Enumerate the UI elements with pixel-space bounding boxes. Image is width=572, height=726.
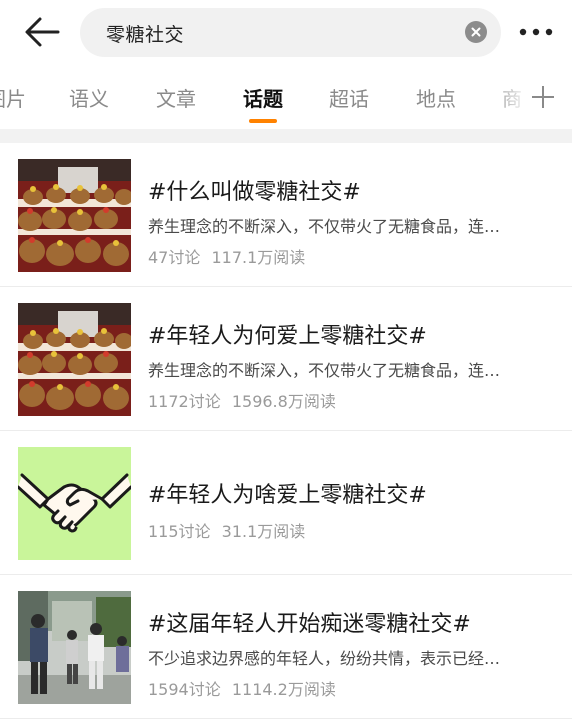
discussion-count: 1594讨论 (148, 680, 221, 699)
capybara-plush-thumbnail (18, 303, 131, 416)
search-results-page: 零糖社交 图片 语义 文章 话题 超话 地点 商 (0, 0, 572, 726)
clear-search-button[interactable] (465, 21, 487, 43)
tab-semantic[interactable]: 语义 (69, 83, 109, 112)
capybara-plush-thumbnail (18, 159, 131, 272)
discussion-count: 1172讨论 (148, 392, 221, 411)
topic-title: #这届年轻人开始痴迷零糖社交# (148, 612, 471, 637)
category-tabs: 图片 语义 文章 话题 超话 地点 商 (0, 70, 572, 128)
topic-title: #什么叫做零糖社交# (148, 180, 361, 205)
read-count: 1596.8万阅读 (231, 392, 336, 411)
topic-result-list: #什么叫做零糖社交# 养生理念的不断深入，不仅带火了无糖食品，连… 47讨论 1… (0, 143, 572, 719)
list-item[interactable]: #什么叫做零糖社交# 养生理念的不断深入，不仅带火了无糖食品，连… 47讨论 1… (0, 143, 572, 287)
list-item[interactable]: #年轻人为啥爱上零糖社交# 115讨论 31.1万阅读 (0, 431, 572, 575)
topic-title: #年轻人为啥爱上零糖社交# (148, 483, 427, 508)
arrow-left-icon (25, 17, 60, 47)
people-walking-thumbnail (18, 591, 131, 704)
topic-title: #年轻人为何爱上零糖社交# (148, 324, 427, 349)
topic-stats: 1594讨论 1114.2万阅读 (148, 676, 336, 700)
topic-description: 养生理念的不断深入，不仅带火了无糖食品，连… (148, 217, 501, 236)
tab-places[interactable]: 地点 (416, 83, 456, 112)
discussion-count: 47讨论 (148, 248, 201, 267)
topic-description: 养生理念的不断深入，不仅带火了无糖食品，连… (148, 361, 501, 380)
topic-stats: 47讨论 117.1万阅读 (148, 244, 305, 268)
tab-articles[interactable]: 文章 (156, 83, 196, 112)
more-dots-icon (519, 28, 553, 36)
topic-stats: 1172讨论 1596.8万阅读 (148, 388, 336, 412)
read-count: 1114.2万阅读 (231, 680, 336, 699)
tabs-fade-overlay (488, 70, 528, 128)
plus-icon[interactable] (532, 86, 554, 108)
discussion-count: 115讨论 (148, 522, 211, 541)
clear-x-icon (471, 27, 481, 37)
list-item[interactable]: #这届年轻人开始痴迷零糖社交# 不少追求边界感的年轻人，纷纷共情，表示已经… 1… (0, 575, 572, 719)
more-button[interactable] (517, 22, 555, 42)
top-bar: 零糖社交 (0, 0, 572, 64)
back-button[interactable] (22, 14, 62, 50)
read-count: 117.1万阅读 (211, 248, 306, 267)
read-count: 31.1万阅读 (221, 522, 306, 541)
tab-topics[interactable]: 话题 (243, 83, 283, 112)
handshake-icon (18, 447, 131, 560)
tab-super-topics[interactable]: 超话 (329, 83, 369, 112)
list-item[interactable]: #年轻人为何爱上零糖社交# 养生理念的不断深入，不仅带火了无糖食品，连… 117… (0, 287, 572, 431)
search-query: 零糖社交 (106, 24, 185, 46)
section-divider (0, 129, 572, 143)
search-input[interactable]: 零糖社交 (80, 8, 501, 57)
handshake-thumbnail (18, 447, 131, 560)
tab-images[interactable]: 图片 (0, 83, 26, 112)
topic-stats: 115讨论 31.1万阅读 (148, 518, 305, 542)
active-tab-indicator (249, 119, 277, 123)
topic-description: 不少追求边界感的年轻人，纷纷共情，表示已经… (148, 649, 501, 668)
